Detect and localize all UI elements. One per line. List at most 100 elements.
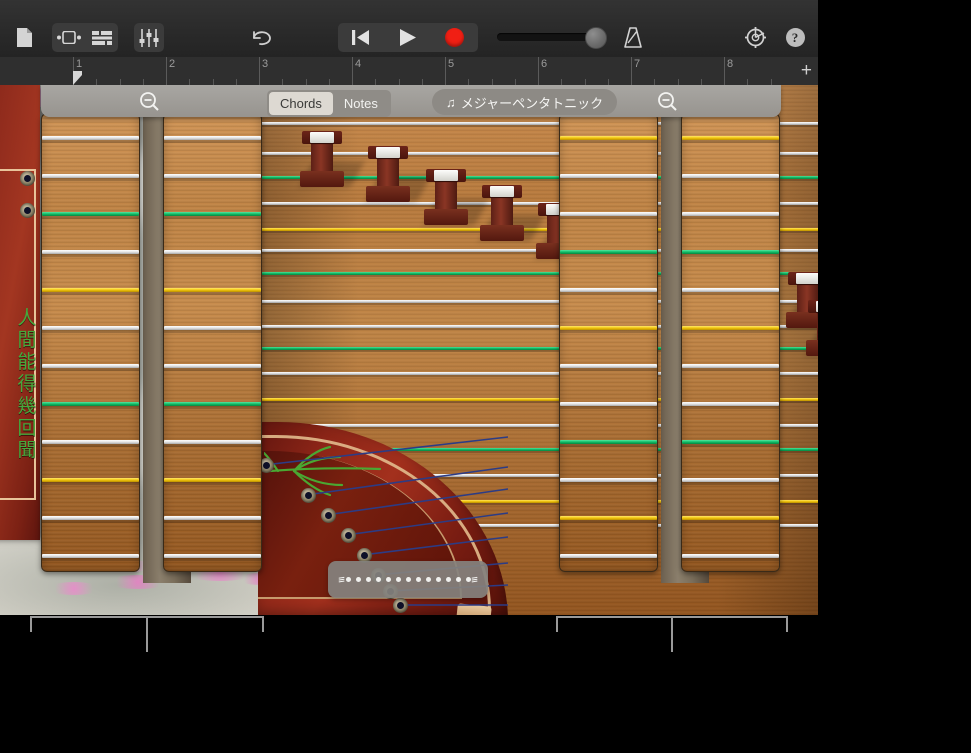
add-track-button[interactable]: + [801, 61, 812, 80]
panel-string-shadow [164, 330, 261, 333]
panel-string-white[interactable] [682, 402, 779, 409]
panel-string-white[interactable] [164, 136, 261, 143]
panel-string-white[interactable] [42, 326, 139, 333]
panel-string-yellow[interactable] [164, 478, 261, 485]
panel-string-white[interactable] [164, 554, 261, 561]
panel-string-shadow [682, 330, 779, 333]
panel-string-white[interactable] [42, 174, 139, 181]
panel-string-shadow [164, 140, 261, 143]
play-button[interactable] [385, 23, 432, 52]
panel-string-white[interactable] [164, 174, 261, 181]
ruler-bar-number: 7 [634, 58, 641, 70]
panel-string-yellow[interactable] [560, 136, 657, 143]
panel-string-shadow [42, 254, 139, 257]
help-button[interactable]: ? [781, 23, 809, 52]
panel-string-white[interactable] [42, 364, 139, 371]
panel-string-white[interactable] [42, 440, 139, 447]
view-tracks-button[interactable] [86, 23, 118, 52]
rewind-button[interactable] [338, 23, 385, 52]
panel-string-yellow[interactable] [560, 516, 657, 523]
panel-string-white[interactable] [682, 554, 779, 561]
playhead-marker[interactable] [73, 71, 83, 85]
panel-string-yellow[interactable] [682, 516, 779, 523]
panel-string-green[interactable] [42, 402, 139, 409]
panel-string-shadow [682, 520, 779, 523]
panel-string-white[interactable] [42, 136, 139, 143]
tuning-peg [20, 171, 35, 186]
panel-string-shadow [42, 178, 139, 181]
panel-string-green[interactable] [560, 250, 657, 257]
panel-string-green[interactable] [682, 440, 779, 447]
panel-string-green[interactable] [682, 250, 779, 257]
panel-string-yellow[interactable] [682, 326, 779, 333]
bridge-cap [816, 301, 818, 312]
panel-string-white[interactable] [682, 478, 779, 485]
panel-string-white[interactable] [682, 174, 779, 181]
panel-string-white[interactable] [164, 326, 261, 333]
tracks-view-icon [92, 30, 112, 45]
ruler-bar-number: 4 [355, 58, 362, 70]
chords-notes-segmented-control[interactable]: Chords Notes [267, 90, 391, 117]
my-songs-button[interactable] [10, 23, 38, 52]
vibrato-dot [385, 577, 391, 582]
panel-string-white[interactable] [682, 288, 779, 295]
undo-button[interactable] [246, 23, 276, 52]
panel-string-white[interactable] [560, 402, 657, 409]
play-triangle-icon [400, 29, 416, 46]
view-browser-button[interactable] [52, 23, 86, 52]
panel-string-white[interactable] [560, 478, 657, 485]
screenshot-root: ? 12345678 + 人 間 能 得 幾 回 聞 Chords Notes … [0, 0, 971, 753]
panel-string-white[interactable] [682, 364, 779, 371]
poem-character: 間 [17, 329, 37, 351]
panel-string-yellow[interactable] [560, 326, 657, 333]
tab-notes[interactable]: Notes [333, 92, 389, 115]
panel-string-white[interactable] [560, 288, 657, 295]
panel-string-white[interactable] [682, 212, 779, 219]
bridge-cap [434, 170, 458, 181]
tab-chords[interactable]: Chords [269, 92, 333, 115]
volume-knob[interactable] [585, 27, 607, 49]
string-panel-4[interactable] [681, 113, 780, 572]
timeline-ruler[interactable]: 1 2 3 4 5 6 7 8 + [0, 57, 818, 86]
bridge-base [424, 209, 468, 225]
panel-string-white[interactable] [560, 212, 657, 219]
panel-string-white[interactable] [164, 516, 261, 523]
string-panel-1[interactable] [41, 113, 140, 572]
record-button[interactable] [431, 23, 478, 52]
panel-string-green[interactable] [164, 402, 261, 409]
panel-string-green[interactable] [42, 212, 139, 219]
panel-string-white[interactable] [560, 174, 657, 181]
panel-string-green[interactable] [560, 440, 657, 447]
panel-string-yellow[interactable] [42, 478, 139, 485]
panel-string-yellow[interactable] [164, 288, 261, 295]
panel-string-white[interactable] [560, 364, 657, 371]
panel-string-white[interactable] [164, 364, 261, 371]
string-panel-2[interactable] [163, 113, 262, 572]
koto-poem-inscription: 人間能得幾回聞 [14, 307, 40, 461]
bridge-7 [805, 300, 818, 356]
scale-selector-button[interactable]: ♫ メジャーペンタトニック [432, 89, 618, 115]
settings-button[interactable] [741, 23, 769, 52]
panel-string-yellow[interactable] [42, 288, 139, 295]
panel-string-green[interactable] [164, 212, 261, 219]
master-volume-slider[interactable] [497, 27, 607, 49]
panel-string-yellow[interactable] [682, 136, 779, 143]
mixer-button[interactable] [134, 23, 164, 52]
zoom-out-left-button[interactable] [137, 89, 163, 115]
panel-string-shadow [682, 292, 779, 295]
tuning-peg [341, 528, 356, 543]
panel-string-white[interactable] [42, 250, 139, 257]
panel-string-white[interactable] [164, 250, 261, 257]
zoom-out-right-button[interactable] [655, 89, 681, 115]
metronome-button[interactable] [619, 23, 647, 52]
panel-string-shadow [42, 330, 139, 333]
question-mark-icon: ? [785, 28, 805, 47]
panel-string-white[interactable] [42, 516, 139, 523]
panel-string-shadow [682, 444, 779, 447]
panel-string-white[interactable] [560, 554, 657, 561]
vibrato-track-dots[interactable] [345, 577, 471, 582]
string-panel-3[interactable] [559, 113, 658, 572]
vibrato-slider[interactable] [328, 561, 488, 598]
panel-string-white[interactable] [42, 554, 139, 561]
panel-string-white[interactable] [164, 440, 261, 447]
